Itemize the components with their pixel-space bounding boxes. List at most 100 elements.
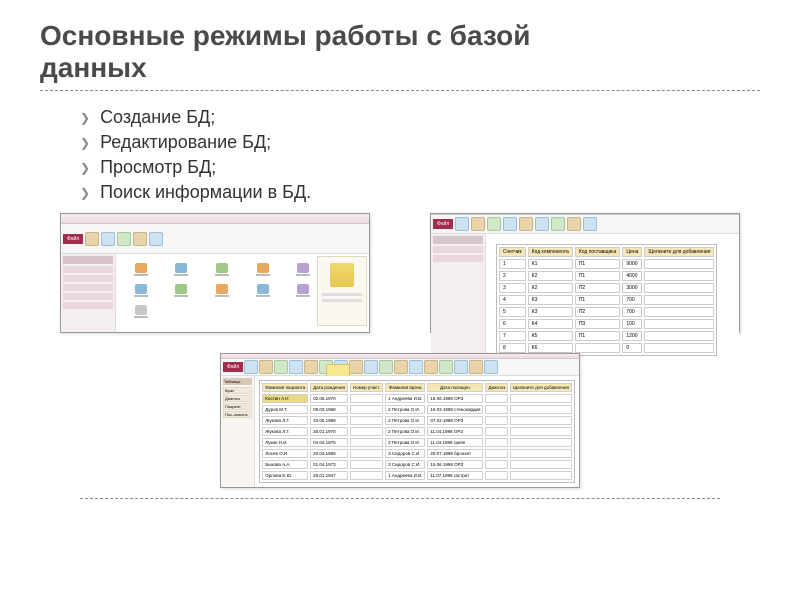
ribbon-icon bbox=[551, 217, 565, 231]
screenshot-row-2: Файл Та bbox=[40, 353, 760, 488]
col-header: Цена bbox=[622, 247, 642, 257]
body-area: Таблицы Врач Диагноз Пациент Пос–визиты … bbox=[221, 376, 579, 487]
sidebar-item bbox=[433, 255, 483, 262]
sidebar-header: Таблицы bbox=[223, 378, 252, 385]
ribbon-icon bbox=[274, 360, 288, 374]
table-row: Жукова Л.Г.23.05.19592 Петрова О.И.07.02… bbox=[262, 416, 572, 425]
bullet-text: Создание БД; bbox=[100, 107, 215, 128]
template-tile bbox=[163, 260, 201, 278]
sidebar-item bbox=[63, 266, 113, 273]
ribbon-icon bbox=[503, 217, 517, 231]
ribbon-icon bbox=[487, 217, 501, 231]
ribbon: Файл bbox=[61, 224, 369, 254]
ribbon-icon bbox=[394, 360, 408, 374]
bullet-item: ❯ Создание БД; bbox=[80, 107, 760, 128]
ribbon-icon bbox=[379, 360, 393, 374]
ribbon: Файл bbox=[221, 359, 579, 376]
sidebar-header bbox=[433, 236, 483, 244]
col-header: Щелкните для добавления bbox=[644, 247, 714, 257]
data-table: Счетчик Код компонента Код поставщика Це… bbox=[496, 244, 717, 356]
datasheet-area: Фамилия пациента Дата рождения Номер уча… bbox=[255, 376, 579, 487]
table-row: 4К3П1700 bbox=[499, 295, 714, 305]
table-row: 6К4П3100 bbox=[499, 319, 714, 329]
template-gallery bbox=[116, 254, 369, 332]
table-row: Быкова А.А.01.04.19733 Сидоров С.И.15.06… bbox=[262, 460, 572, 469]
template-tile bbox=[122, 302, 160, 320]
template-tile bbox=[244, 260, 282, 278]
ribbon-icon bbox=[454, 360, 468, 374]
template-tile bbox=[203, 281, 241, 299]
ribbon-icon bbox=[583, 217, 597, 231]
table-row: 1К1П19000 bbox=[499, 259, 714, 269]
bullet-text: Редактирование БД; bbox=[100, 132, 271, 153]
ribbon-icon bbox=[85, 232, 99, 246]
chevron-icon: ❯ bbox=[80, 187, 90, 199]
table-row: 3К2П23000 bbox=[499, 283, 714, 293]
bullet-item: ❯ Просмотр БД; bbox=[80, 157, 760, 178]
body-area: Счетчик Код компонента Код поставщика Це… bbox=[431, 234, 739, 366]
title-divider bbox=[40, 90, 760, 91]
screenshot-access-create: Файл bbox=[60, 213, 370, 333]
ribbon-icon bbox=[244, 360, 258, 374]
ribbon-icon bbox=[535, 217, 549, 231]
col-header: Фамилия пациента bbox=[262, 383, 308, 392]
table-row: 8К60 bbox=[499, 343, 714, 353]
ribbon-icon bbox=[469, 360, 483, 374]
col-header: Фамилия врача bbox=[385, 383, 425, 392]
template-tile bbox=[122, 260, 160, 278]
slide: Основные режимы работы с базой данных ❯ … bbox=[0, 0, 800, 600]
table-row: Костин А.Н02.06.19701 Андреева И.В.15.06… bbox=[262, 394, 572, 403]
panel-line bbox=[322, 293, 362, 296]
ribbon-icon bbox=[519, 217, 533, 231]
table-row: 5К3П2700 bbox=[499, 307, 714, 317]
screenshot-row-1: Файл bbox=[60, 213, 740, 333]
ribbon-icon bbox=[349, 360, 363, 374]
ribbon-icon bbox=[149, 232, 163, 246]
col-header: Дата посещен. bbox=[427, 383, 483, 392]
table-header-row: Счетчик Код компонента Код поставщика Це… bbox=[499, 247, 714, 257]
file-tab: Файл bbox=[433, 219, 453, 229]
chevron-icon: ❯ bbox=[80, 137, 90, 149]
file-tab: Файл bbox=[63, 234, 83, 244]
ribbon-icon bbox=[364, 360, 378, 374]
ribbon-icon bbox=[471, 217, 485, 231]
table-row: Дуров М.Т.09.03.19682 Петрова О.И.16.03.… bbox=[262, 405, 572, 414]
ribbon-icon bbox=[567, 217, 581, 231]
ribbon-icon bbox=[101, 232, 115, 246]
bullet-list: ❯ Создание БД; ❯ Редактирование БД; ❯ Пр… bbox=[80, 107, 760, 203]
bullet-item: ❯ Редактирование БД; bbox=[80, 132, 760, 153]
col-header: Щелкните для добавления bbox=[510, 383, 572, 392]
col-header: Дата рождения bbox=[310, 383, 348, 392]
sidebar-item bbox=[433, 246, 483, 253]
folder-icon bbox=[330, 263, 354, 287]
col-header: Код поставщика bbox=[575, 247, 621, 257]
bullet-text: Просмотр БД; bbox=[100, 157, 216, 178]
col-header: Номер участ. bbox=[350, 383, 383, 392]
title-line-1: Основные режимы работы с базой bbox=[40, 20, 530, 51]
table-row: Жукова Л.Г.30.01.19702 Петрова О.И.11.04… bbox=[262, 427, 572, 436]
new-db-panel bbox=[317, 256, 367, 326]
bullet-text: Поиск информации в БД. bbox=[100, 182, 311, 203]
sidebar-item: Пос–визиты bbox=[223, 411, 252, 418]
template-tile bbox=[122, 281, 160, 299]
col-header: Диагноз bbox=[485, 383, 508, 392]
table-row: 2К2П14000 bbox=[499, 271, 714, 281]
ribbon-icon bbox=[304, 360, 318, 374]
sidebar-item: Диагноз bbox=[223, 395, 252, 402]
chevron-icon: ❯ bbox=[80, 112, 90, 124]
file-tab: Файл bbox=[223, 362, 243, 372]
table-row: Лукин Н.И.04.04.19752 Петрова О.И.11.04.… bbox=[262, 438, 572, 447]
col-header: Счетчик bbox=[499, 247, 526, 257]
table-row: 7К5П11200 bbox=[499, 331, 714, 341]
datasheet-area: Счетчик Код компонента Код поставщика Це… bbox=[486, 234, 739, 366]
template-tile bbox=[203, 260, 241, 278]
screenshot-access-table2: Файл Та bbox=[220, 353, 580, 488]
nav-sidebar: Таблицы Врач Диагноз Пациент Пос–визиты bbox=[221, 376, 255, 487]
ribbon-icon bbox=[424, 360, 438, 374]
sidebar-item bbox=[63, 293, 113, 300]
sidebar-header bbox=[63, 256, 113, 264]
sidebar-item: Пациент bbox=[223, 403, 252, 410]
ribbon-icon bbox=[409, 360, 423, 374]
ribbon-icon bbox=[439, 360, 453, 374]
sidebar-item bbox=[63, 275, 113, 282]
